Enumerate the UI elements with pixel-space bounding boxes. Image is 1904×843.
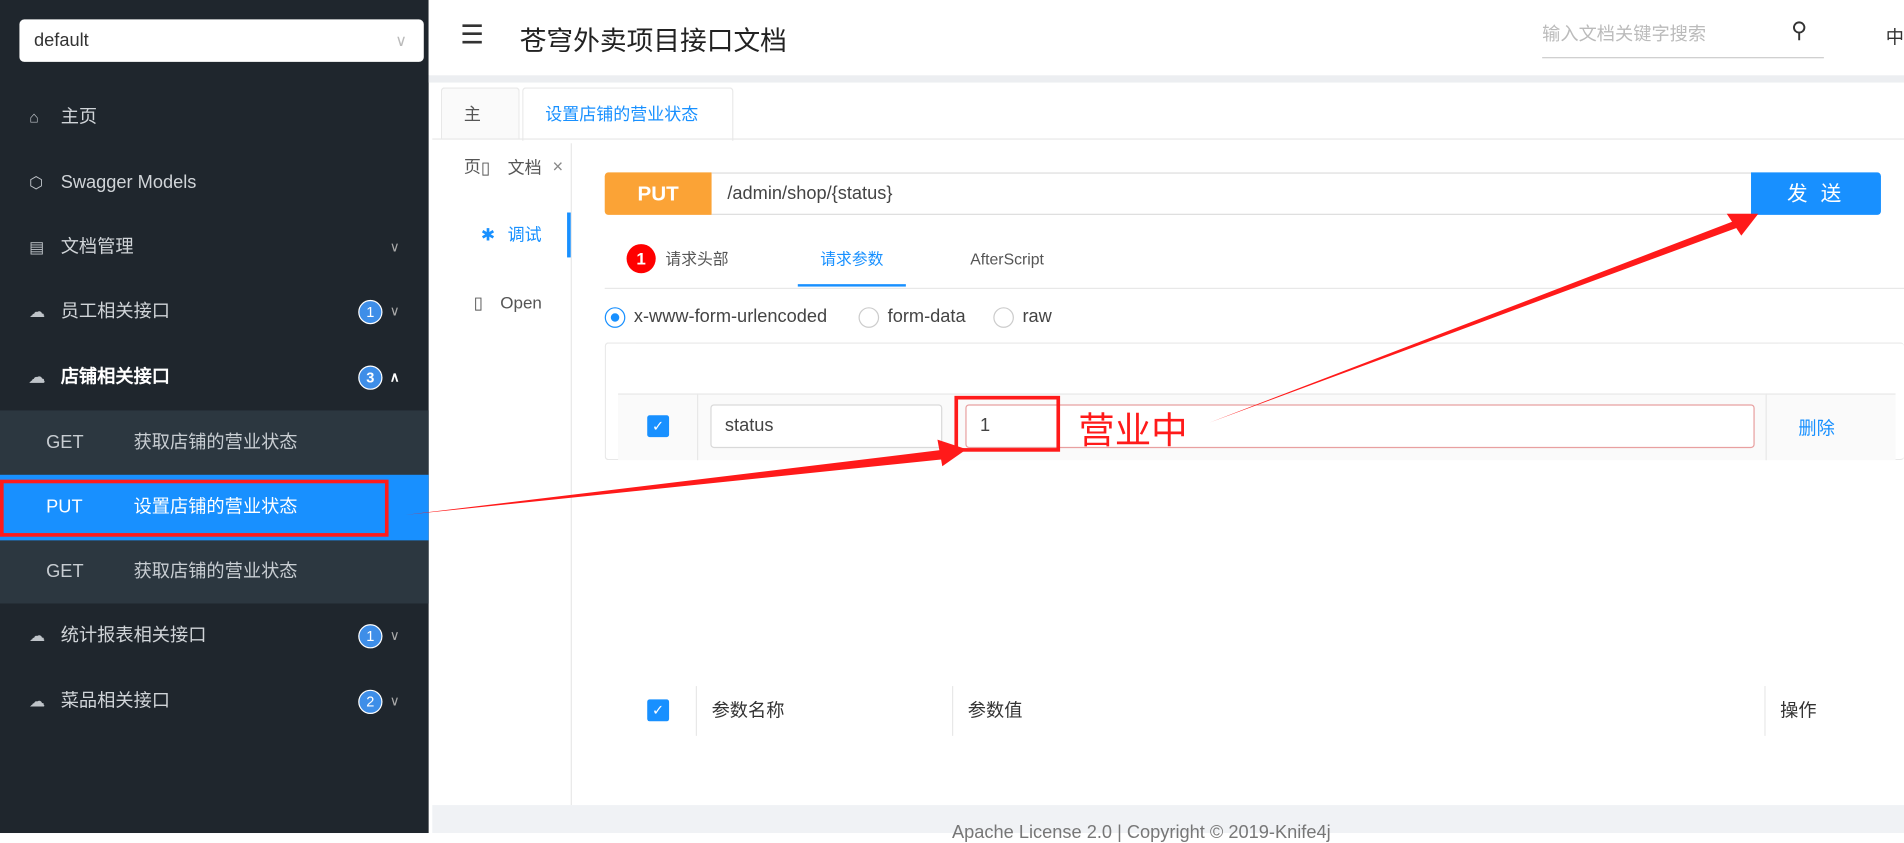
annotation-arrows bbox=[0, 0, 1904, 833]
arrow-to-send-button bbox=[1209, 214, 1758, 423]
footer: Apache License 2.0 | Copyright © 2019-Kn… bbox=[432, 805, 1904, 833]
arrow-to-value-input bbox=[406, 440, 967, 515]
footer-text: Apache License 2.0 | Copyright © 2019-Kn… bbox=[952, 822, 1331, 843]
